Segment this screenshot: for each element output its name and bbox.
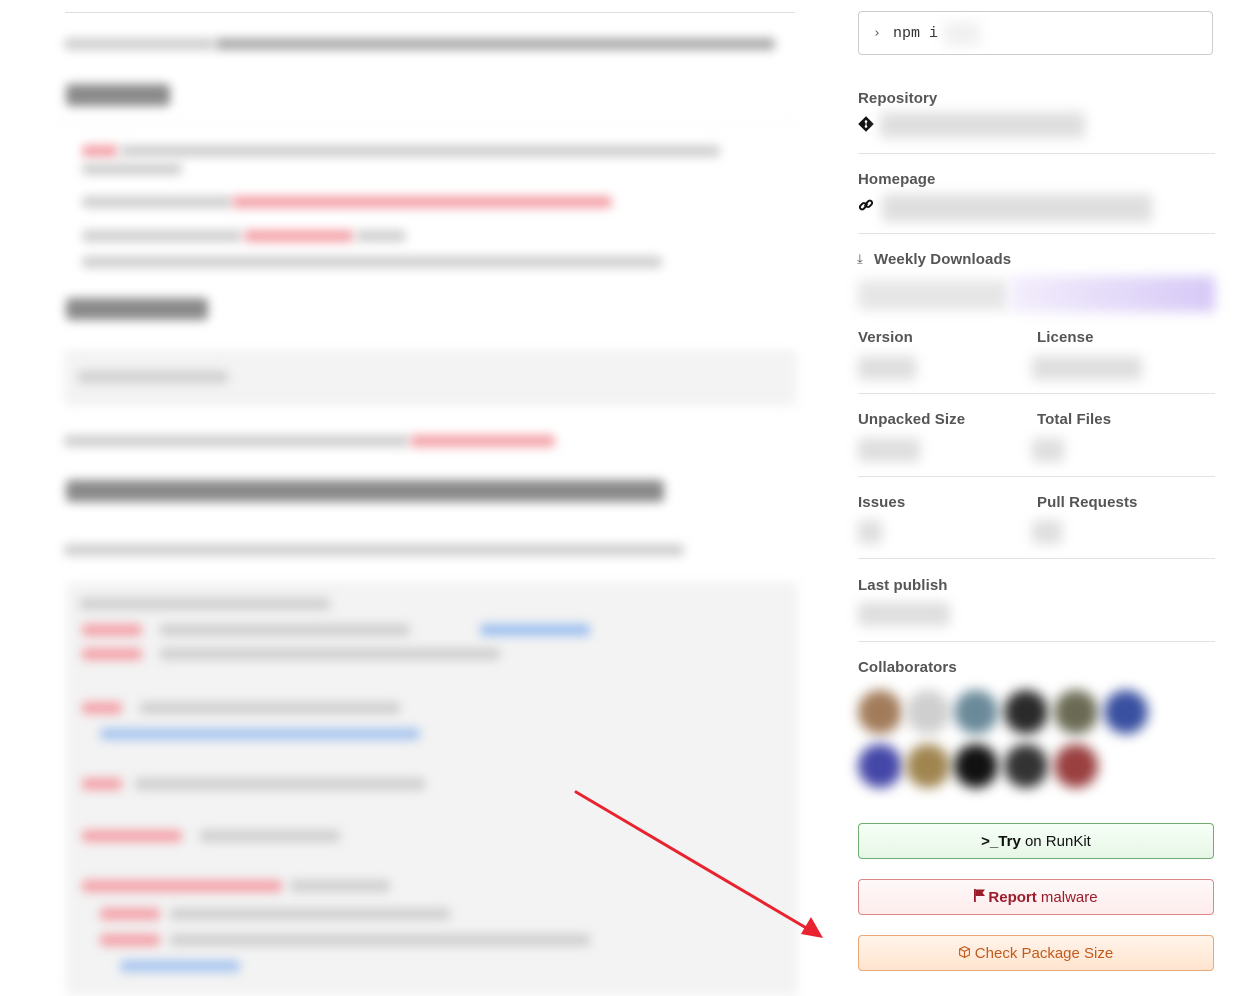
- blurred-code: [170, 934, 590, 946]
- divider: [858, 153, 1215, 154]
- install-command-text: npm i: [893, 25, 939, 42]
- blurred-code: [290, 880, 390, 892]
- blurred-link: [232, 196, 612, 208]
- blurred-link: [410, 435, 555, 447]
- blurred-code: [82, 624, 142, 636]
- homepage-link[interactable]: [882, 194, 1152, 222]
- weekly-downloads-label: Weekly Downloads: [874, 251, 1012, 268]
- runkit-try-label: Try: [998, 832, 1021, 850]
- avatar[interactable]: [906, 744, 950, 788]
- package-icon: [958, 945, 970, 962]
- install-command-box[interactable]: › npm i: [858, 11, 1213, 55]
- blurred-code: [78, 371, 228, 383]
- blurred-text: [64, 435, 409, 447]
- repository-link[interactable]: [880, 112, 1085, 138]
- avatar[interactable]: [1054, 690, 1098, 734]
- divider: [858, 476, 1215, 477]
- issues-count[interactable]: [858, 520, 882, 544]
- license-value: [1032, 356, 1142, 380]
- unpacked-size-value: [858, 438, 920, 462]
- blurred-text: [120, 145, 720, 157]
- unpacked-size-label: Unpacked Size: [858, 411, 966, 428]
- version-value: [858, 356, 916, 380]
- flag-icon: [974, 888, 986, 906]
- check-size-label: Check Package Size: [974, 944, 1114, 962]
- blurred-code: [200, 830, 340, 842]
- blurred-code: [82, 778, 122, 790]
- blurred-code: [82, 702, 122, 714]
- avatar[interactable]: [1104, 690, 1148, 734]
- blurred-text: [215, 38, 775, 50]
- blurred-link: [82, 145, 118, 157]
- blurred-rule: [62, 123, 797, 124]
- blurred-text: [64, 544, 684, 556]
- blurred-code: [80, 598, 330, 610]
- terminal-icon: >_: [981, 832, 999, 850]
- divider: [858, 393, 1215, 394]
- malware-rest-label: malware: [1036, 888, 1098, 906]
- license-label: License: [1037, 329, 1094, 346]
- report-malware-button[interactable]: Report malware: [858, 879, 1214, 915]
- readme-divider: [65, 12, 795, 13]
- runkit-rest-label: on RunKit: [1020, 832, 1091, 850]
- check-package-size-button[interactable]: Check Package Size: [858, 935, 1214, 971]
- blurred-link: [244, 230, 354, 242]
- git-icon: [858, 116, 874, 137]
- link-icon: [858, 197, 874, 218]
- divider: [858, 641, 1215, 642]
- version-label: Version: [858, 329, 913, 346]
- blurred-heading: [66, 480, 664, 502]
- avatar[interactable]: [906, 690, 950, 734]
- homepage-label: Homepage: [858, 171, 936, 188]
- blurred-text: [82, 196, 232, 208]
- blurred-code: [160, 624, 410, 636]
- blurred-code: [100, 728, 420, 740]
- last-publish-label: Last publish: [858, 577, 948, 594]
- try-on-runkit-button[interactable]: >_ Try on RunKit: [858, 823, 1214, 859]
- pull-requests-count[interactable]: [1032, 520, 1062, 544]
- blurred-code: [170, 908, 450, 920]
- blurred-code: [160, 648, 500, 660]
- avatar[interactable]: [858, 744, 902, 788]
- last-publish-value: [858, 602, 950, 626]
- blurred-code: [140, 702, 400, 714]
- avatar[interactable]: [954, 744, 998, 788]
- divider: [858, 233, 1215, 234]
- blurred-code: [120, 960, 240, 972]
- blurred-code: [480, 624, 590, 636]
- issues-label: Issues: [858, 494, 906, 511]
- weekly-downloads-count: [858, 280, 1008, 310]
- collaborators-label: Collaborators: [858, 659, 957, 676]
- avatar[interactable]: [1004, 690, 1048, 734]
- total-files-label: Total Files: [1037, 411, 1112, 428]
- repository-label: Repository: [858, 90, 938, 107]
- blurred-code: [100, 908, 160, 920]
- blurred-text: [64, 38, 214, 50]
- blurred-text: [82, 163, 182, 175]
- downloads-sparkline: [1010, 276, 1215, 312]
- blurred-code: [135, 778, 425, 790]
- chevron-right-icon: ›: [873, 26, 881, 41]
- divider: [858, 558, 1215, 559]
- blurred-heading: [66, 84, 170, 106]
- blurred-text: [356, 230, 406, 242]
- blurred-text: [82, 256, 662, 268]
- blurred-code: [82, 830, 182, 842]
- blurred-code: [82, 880, 282, 892]
- blurred-text: [82, 230, 242, 242]
- avatar[interactable]: [1054, 744, 1098, 788]
- blurred-package-name: [944, 22, 980, 46]
- download-icon: ⤓: [857, 251, 863, 266]
- pull-requests-label: Pull Requests: [1037, 494, 1138, 511]
- avatar[interactable]: [1004, 744, 1048, 788]
- avatar[interactable]: [858, 690, 902, 734]
- blurred-code: [82, 648, 142, 660]
- report-label: Report: [988, 888, 1037, 906]
- avatar[interactable]: [954, 690, 998, 734]
- blurred-heading: [66, 298, 208, 320]
- blurred-code: [100, 934, 160, 946]
- total-files-value: [1032, 438, 1064, 462]
